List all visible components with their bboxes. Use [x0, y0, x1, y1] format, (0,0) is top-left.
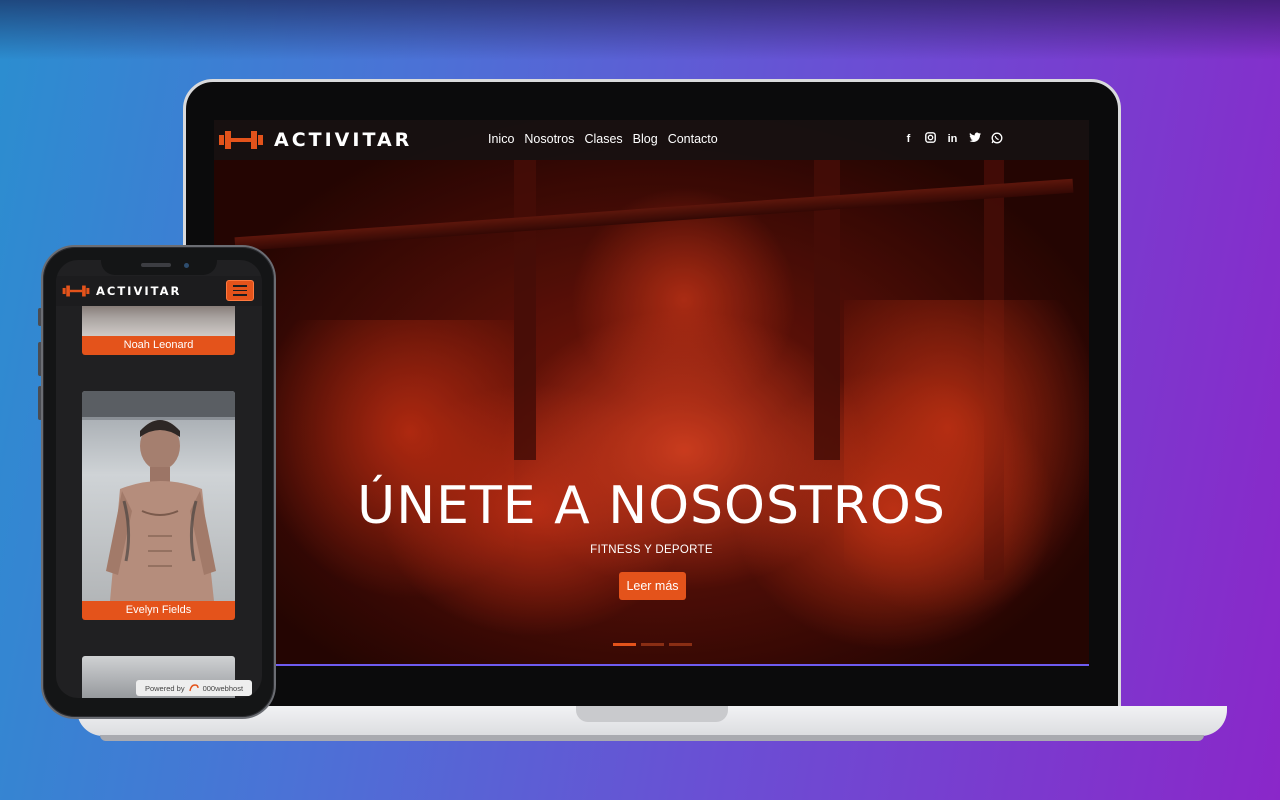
trainer-name: Evelyn Fields [82, 601, 235, 620]
site-navbar: ACTIVITAR Inico Nosotros Clases Blog Con… [214, 120, 1089, 160]
powered-label: Powered by [144, 683, 185, 693]
hero-title: ÚNETE A NOSOSTROS [357, 476, 946, 536]
nav-link-nosotros[interactable]: Nosotros [524, 132, 574, 146]
carousel-indicator[interactable] [613, 643, 636, 646]
nav-link-clases[interactable]: Clases [584, 132, 622, 146]
desktop-website: ACTIVITAR Inico Nosotros Clases Blog Con… [214, 120, 1089, 666]
site-logo[interactable]: ACTIVITAR [218, 129, 412, 151]
mobile-website: ACTIVITAR Noah Leonard Evelyn Fields Pow… [56, 260, 262, 698]
nav-link-contacto[interactable]: Contacto [668, 132, 718, 146]
trainer-name: Noah Leonard [82, 336, 235, 355]
trainer-card[interactable]: Evelyn Fields [82, 391, 235, 620]
read-more-button[interactable]: Leer más [619, 572, 686, 600]
social-links: f in [902, 132, 1003, 146]
brand-name: ACTIVITAR [274, 129, 413, 151]
main-menu: Inico Nosotros Clases Blog Contacto [488, 132, 718, 146]
linkedin-icon[interactable]: in [946, 132, 959, 146]
background-shade [0, 0, 1280, 60]
carousel-indicator[interactable] [641, 643, 664, 646]
dumbbell-icon [219, 131, 263, 149]
phone-speaker [141, 263, 171, 267]
phone-camera [184, 263, 189, 268]
instagram-icon[interactable] [924, 132, 937, 146]
carousel-indicators [613, 643, 692, 646]
mobile-brand-name: ACTIVITAR [96, 284, 182, 298]
nav-link-blog[interactable]: Blog [633, 132, 658, 146]
dumbbell-icon [62, 285, 90, 297]
laptop-notch [576, 706, 728, 722]
hero-subtitle: FITNESS Y DEPORTE [590, 544, 713, 556]
webhost-logo-icon [188, 684, 199, 692]
powered-by-badge[interactable]: Powered by 000webhost [136, 680, 252, 696]
carousel-indicator[interactable] [669, 643, 692, 646]
hamburger-menu-button[interactable] [226, 280, 254, 301]
twitter-icon[interactable] [968, 132, 981, 146]
whatsapp-icon[interactable] [990, 132, 1003, 146]
trainer-photo [82, 391, 235, 601]
laptop-base-shadow [100, 735, 1204, 741]
mobile-navbar: ACTIVITAR [56, 276, 262, 306]
facebook-icon[interactable]: f [902, 132, 915, 146]
nav-link-inicio[interactable]: Inico [488, 132, 514, 146]
powered-brand: 000webhost [202, 683, 244, 693]
